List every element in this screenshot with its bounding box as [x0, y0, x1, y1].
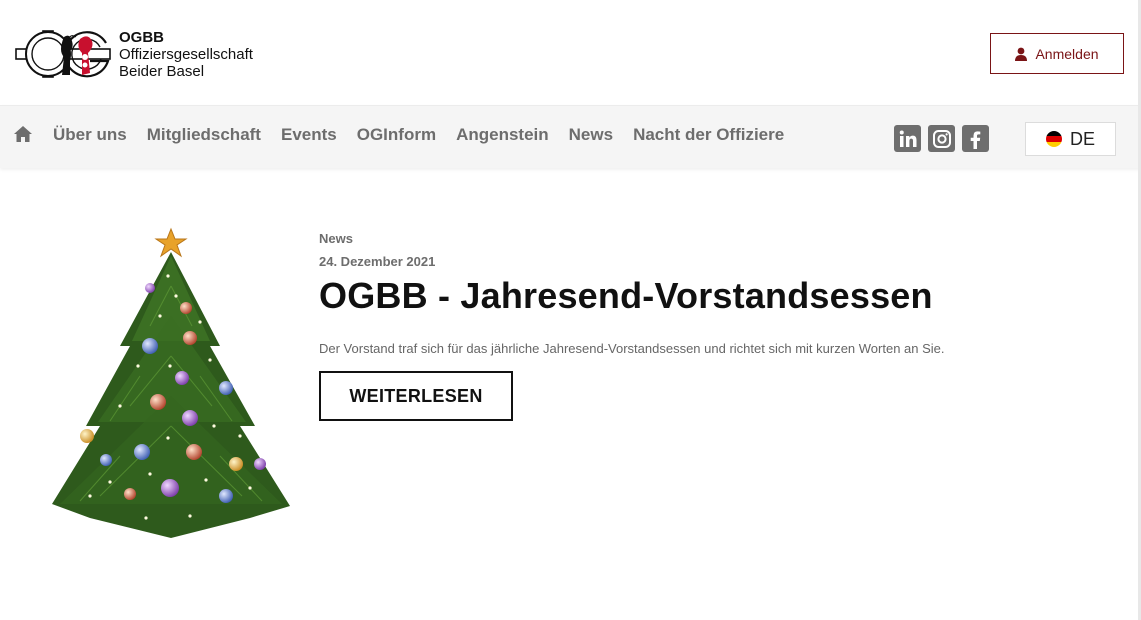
instagram-glyph [932, 129, 951, 148]
logo-text: OGBB Offiziersgesellschaft Beider Basel [119, 29, 253, 80]
nav-item-angenstein[interactable]: Angenstein [456, 125, 549, 145]
nav-item-ueber-uns[interactable]: Über uns [53, 125, 127, 145]
german-flag-icon [1045, 131, 1062, 147]
article-category[interactable]: News [319, 231, 1119, 247]
logo-line-2: Beider Basel [119, 62, 205, 80]
facebook-icon[interactable] [962, 125, 989, 152]
article-excerpt: Der Vorstand traf sich für das jährliche… [319, 341, 945, 356]
login-label: Anmelden [1035, 45, 1099, 62]
site-header: OGBB Offiziersgesellschaft Beider Basel … [0, 0, 1141, 105]
logo-line-1: Offiziersgesellschaft [119, 45, 253, 63]
nav-item-events[interactable]: Events [281, 125, 337, 145]
christmas-tree-image [52, 227, 290, 538]
user-icon [1015, 47, 1028, 61]
facebook-glyph [970, 130, 980, 149]
nav-items: Über uns Mitgliedschaft Events OGInform … [53, 125, 804, 145]
nav-item-oginform[interactable]: OGInform [357, 125, 436, 145]
nav-item-mitgliedschaft[interactable]: Mitgliedschaft [147, 125, 261, 145]
logo-abbr: OGBB [119, 28, 164, 46]
nav-item-nacht-der-offiziere[interactable]: Nacht der Offiziere [633, 125, 784, 145]
news-teaser: News 24. Dezember 2021 OGBB - Jahresend-… [319, 231, 1119, 421]
article-date: 24. Dezember 2021 [319, 254, 436, 269]
language-label: DE [1069, 128, 1095, 149]
main-nav: Über uns Mitgliedschaft Events OGInform … [0, 105, 1141, 168]
linkedin-icon[interactable] [894, 125, 921, 152]
site-logo[interactable]: OGBB Offiziersgesellschaft Beider Basel [14, 27, 264, 81]
ogbb-logo-icon [15, 30, 111, 78]
article-title[interactable]: OGBB - Jahresend-Vorstandsessen [319, 275, 1119, 317]
nav-item-news[interactable]: News [569, 125, 613, 145]
language-selector[interactable]: DE [1025, 122, 1116, 156]
linkedin-glyph [899, 130, 916, 147]
instagram-icon[interactable] [928, 125, 955, 152]
read-more-button[interactable]: WEITERLESEN [319, 371, 513, 421]
home-icon[interactable] [13, 124, 33, 144]
login-button[interactable]: Anmelden [990, 33, 1124, 74]
